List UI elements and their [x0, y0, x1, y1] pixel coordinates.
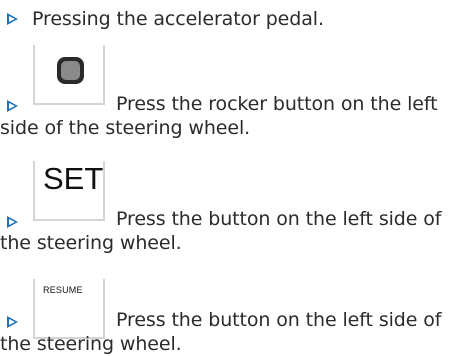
- bullet-arrow-icon: [7, 13, 18, 25]
- item-text: Pressing the accelerator pedal.: [32, 8, 324, 30]
- set-button-icon: SET: [33, 161, 105, 221]
- item-text-line2: the steering wheel.: [0, 232, 182, 254]
- rocker-button-icon: [33, 45, 105, 105]
- bullet-arrow-icon: [7, 216, 18, 228]
- item-text-line1: Press the button on the left side of: [116, 309, 442, 331]
- resume-button-label: RESUME: [43, 285, 83, 295]
- item-text-line2: side of the steering wheel.: [0, 117, 251, 139]
- set-button-label: SET: [43, 161, 104, 196]
- item-text-line1: Press the button on the left side of: [116, 208, 442, 230]
- item-text-line1: Press the rocker button on the left: [116, 93, 438, 115]
- rocker-switch-icon: [57, 57, 84, 84]
- bullet-arrow-icon: [7, 100, 18, 112]
- item-text-line2: the steering wheel.: [0, 333, 182, 355]
- bullet-arrow-icon: [7, 316, 18, 328]
- resume-button-icon: RESUME: [33, 279, 105, 339]
